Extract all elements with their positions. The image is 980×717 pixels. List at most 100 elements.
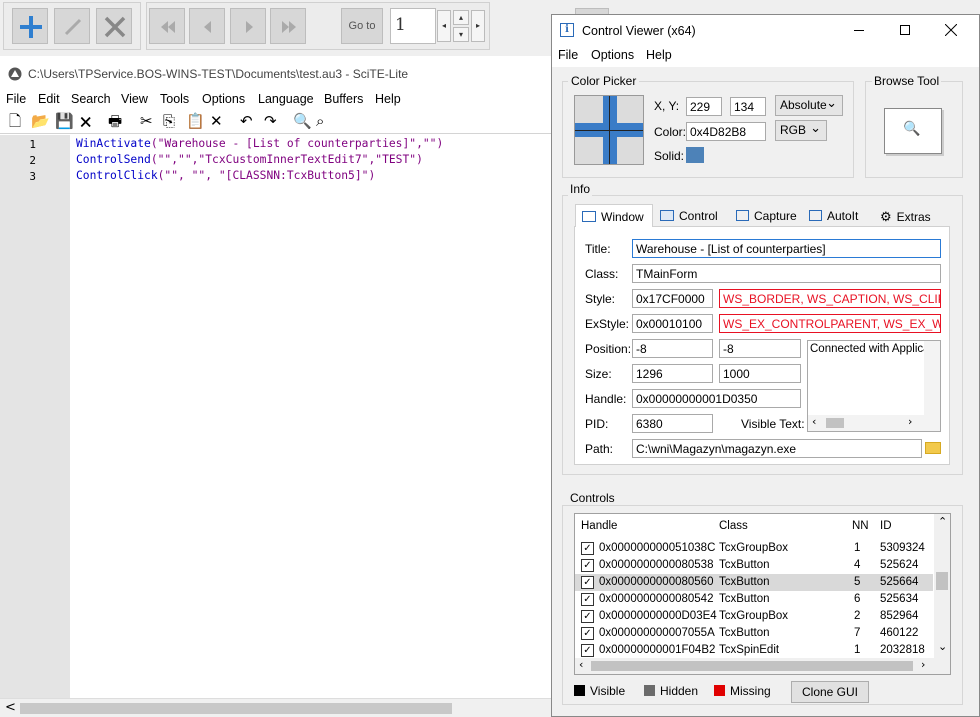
vertical-scrollbar[interactable] (924, 341, 940, 415)
spin-right-button[interactable]: ▸ (471, 10, 485, 42)
scroll-down-arrow[interactable]: ⌄ (938, 640, 947, 653)
scroll-right-arrow[interactable]: › (921, 658, 925, 671)
page-number-field[interactable]: 1 (390, 8, 436, 44)
scroll-right-arrow[interactable]: › (908, 415, 912, 428)
code-editor[interactable]: WinActivate("Warehouse - [List of counte… (76, 135, 556, 695)
row-checkbox[interactable]: ✓ (581, 559, 594, 572)
column-nn[interactable]: NN (852, 520, 869, 532)
menu-file[interactable]: File (6, 92, 26, 106)
row-checkbox[interactable]: ✓ (581, 610, 594, 623)
position-x-field[interactable]: -8 (632, 339, 713, 358)
close-file-icon[interactable]: 🗙 (80, 112, 91, 130)
row-checkbox[interactable]: ✓ (581, 576, 594, 589)
close-icon[interactable] (945, 24, 957, 36)
scroll-up-arrow[interactable]: ⌃ (938, 515, 947, 528)
scroll-left-arrow[interactable]: ‹ (812, 415, 816, 428)
new-file-icon[interactable]: 🗋 (9, 112, 21, 130)
tab-control[interactable]: Control (654, 204, 730, 227)
controls-list[interactable]: Handle Class NN ID ✓ 0x000000000051038C Tc… (574, 513, 951, 675)
table-row[interactable]: ✓ 0x0000000000080560 TcxButton 5 525664 (575, 574, 933, 591)
tab-window[interactable]: Window (575, 204, 653, 228)
column-id[interactable]: ID (880, 520, 892, 532)
color-value-field[interactable]: 0x4D82B8 (686, 122, 766, 141)
menu-buffers[interactable]: Buffers (324, 92, 363, 106)
table-row[interactable]: ✓ 0x00000000001F04B2 TcxSpinEdit 1 2032818 (575, 642, 933, 659)
cut-icon[interactable]: ✂ (140, 112, 153, 130)
edit-button[interactable] (54, 8, 90, 44)
crosshair-finder[interactable] (574, 95, 644, 165)
height-field[interactable]: 1000 (719, 364, 801, 383)
goto-button[interactable]: Go to (341, 8, 383, 44)
delete-button[interactable] (96, 8, 132, 44)
browse-tool-button[interactable]: 🔍 (884, 108, 942, 154)
copy-icon[interactable]: ⎘ (163, 112, 175, 130)
first-record-button[interactable] (149, 8, 185, 44)
path-field[interactable]: C:\wni\Magazyn\magazyn.exe (632, 439, 922, 458)
maximize-icon[interactable] (900, 25, 910, 35)
color-format-select[interactable]: RGB (775, 120, 827, 141)
column-handle[interactable]: Handle (581, 520, 617, 532)
width-field[interactable]: 1296 (632, 364, 713, 383)
menu-help[interactable]: Help (375, 92, 401, 106)
row-checkbox[interactable]: ✓ (581, 593, 594, 606)
scroll-thumb[interactable] (826, 418, 844, 428)
spin-up-button[interactable]: ▴ (453, 10, 469, 25)
title-field[interactable]: Warehouse - [List of counterparties] (632, 239, 941, 258)
row-checkbox[interactable]: ✓ (581, 542, 594, 555)
delete-icon[interactable]: ✕ (210, 112, 223, 130)
table-row[interactable]: ✓ 0x000000000051038C TcxGroupBox 1 5309324 (575, 540, 933, 557)
tab-extras[interactable]: ⚙ Extras (874, 204, 950, 227)
row-checkbox[interactable]: ✓ (581, 627, 594, 640)
print-icon[interactable]: 🖶 (108, 112, 122, 130)
cv-menu-help[interactable]: Help (646, 48, 672, 62)
cv-menu-options[interactable]: Options (591, 48, 634, 62)
scroll-thumb[interactable] (591, 661, 913, 671)
list-horizontal-scrollbar[interactable]: ‹ › (575, 658, 950, 674)
scroll-thumb[interactable] (936, 572, 948, 590)
scroll-left-arrow[interactable]: < (5, 700, 16, 715)
horizontal-scrollbar[interactable]: < (0, 698, 552, 717)
menu-language[interactable]: Language (258, 92, 314, 106)
menu-search[interactable]: Search (71, 92, 111, 106)
exstyle-flags-field[interactable]: WS_EX_CONTROLPARENT, WS_EX_WINI (719, 314, 941, 333)
style-field[interactable]: 0x17CF0000 (632, 289, 713, 308)
add-button[interactable] (12, 8, 48, 44)
table-row[interactable]: ✓ 0x0000000000080538 TcxButton 4 525624 (575, 557, 933, 574)
clone-gui-button[interactable]: Clone GUI (791, 681, 869, 703)
previous-record-button[interactable] (189, 8, 225, 44)
pid-field[interactable]: 6380 (632, 414, 713, 433)
menu-edit[interactable]: Edit (38, 92, 60, 106)
spin-down-button[interactable]: ▾ (453, 27, 469, 42)
last-record-button[interactable] (270, 8, 306, 44)
tab-autoit[interactable]: AutoIt (803, 204, 871, 227)
position-y-field[interactable]: -8 (719, 339, 801, 358)
table-row[interactable]: ✓ 0x0000000000080542 TcxButton 6 525634 (575, 591, 933, 608)
horizontal-scrollbar[interactable]: ‹ › (808, 415, 940, 431)
find-icon[interactable]: 🔍 (293, 112, 312, 130)
row-checkbox[interactable]: ✓ (581, 644, 594, 657)
x-coord-field[interactable]: 229 (686, 97, 722, 116)
next-record-button[interactable] (230, 8, 266, 44)
table-row[interactable]: ✓ 0x000000000007055A TcxButton 7 460122 (575, 625, 933, 642)
redo-icon[interactable]: ↷ (264, 112, 277, 130)
column-class[interactable]: Class (719, 520, 748, 532)
scroll-thumb[interactable] (20, 703, 452, 714)
table-row[interactable]: ✓ 0x00000000000D03E4 TcxGroupBox 2 852964 (575, 608, 933, 625)
tab-capture[interactable]: Capture (730, 204, 802, 227)
y-coord-field[interactable]: 134 (730, 97, 766, 116)
menu-options[interactable]: Options (202, 92, 245, 106)
exstyle-field[interactable]: 0x00010100 (632, 314, 713, 333)
coord-mode-select[interactable]: Absolute (775, 95, 843, 116)
style-flags-field[interactable]: WS_BORDER, WS_CAPTION, WS_CLIPCH (719, 289, 941, 308)
menu-tools[interactable]: Tools (160, 92, 189, 106)
undo-icon[interactable]: ↶ (240, 112, 253, 130)
save-icon[interactable]: 💾 (55, 112, 74, 130)
list-vertical-scrollbar[interactable]: ⌃ ⌄ (934, 514, 950, 658)
replace-icon[interactable]: ⌕ (316, 112, 324, 130)
visible-text-area[interactable]: Connected with Applica ‹ › (807, 340, 941, 432)
open-folder-icon[interactable]: 📂 (31, 112, 50, 130)
class-field[interactable]: TMainForm (632, 264, 941, 283)
paste-icon[interactable]: 📋 (186, 112, 205, 130)
spin-left-button[interactable]: ◂ (437, 10, 451, 42)
menu-view[interactable]: View (121, 92, 148, 106)
